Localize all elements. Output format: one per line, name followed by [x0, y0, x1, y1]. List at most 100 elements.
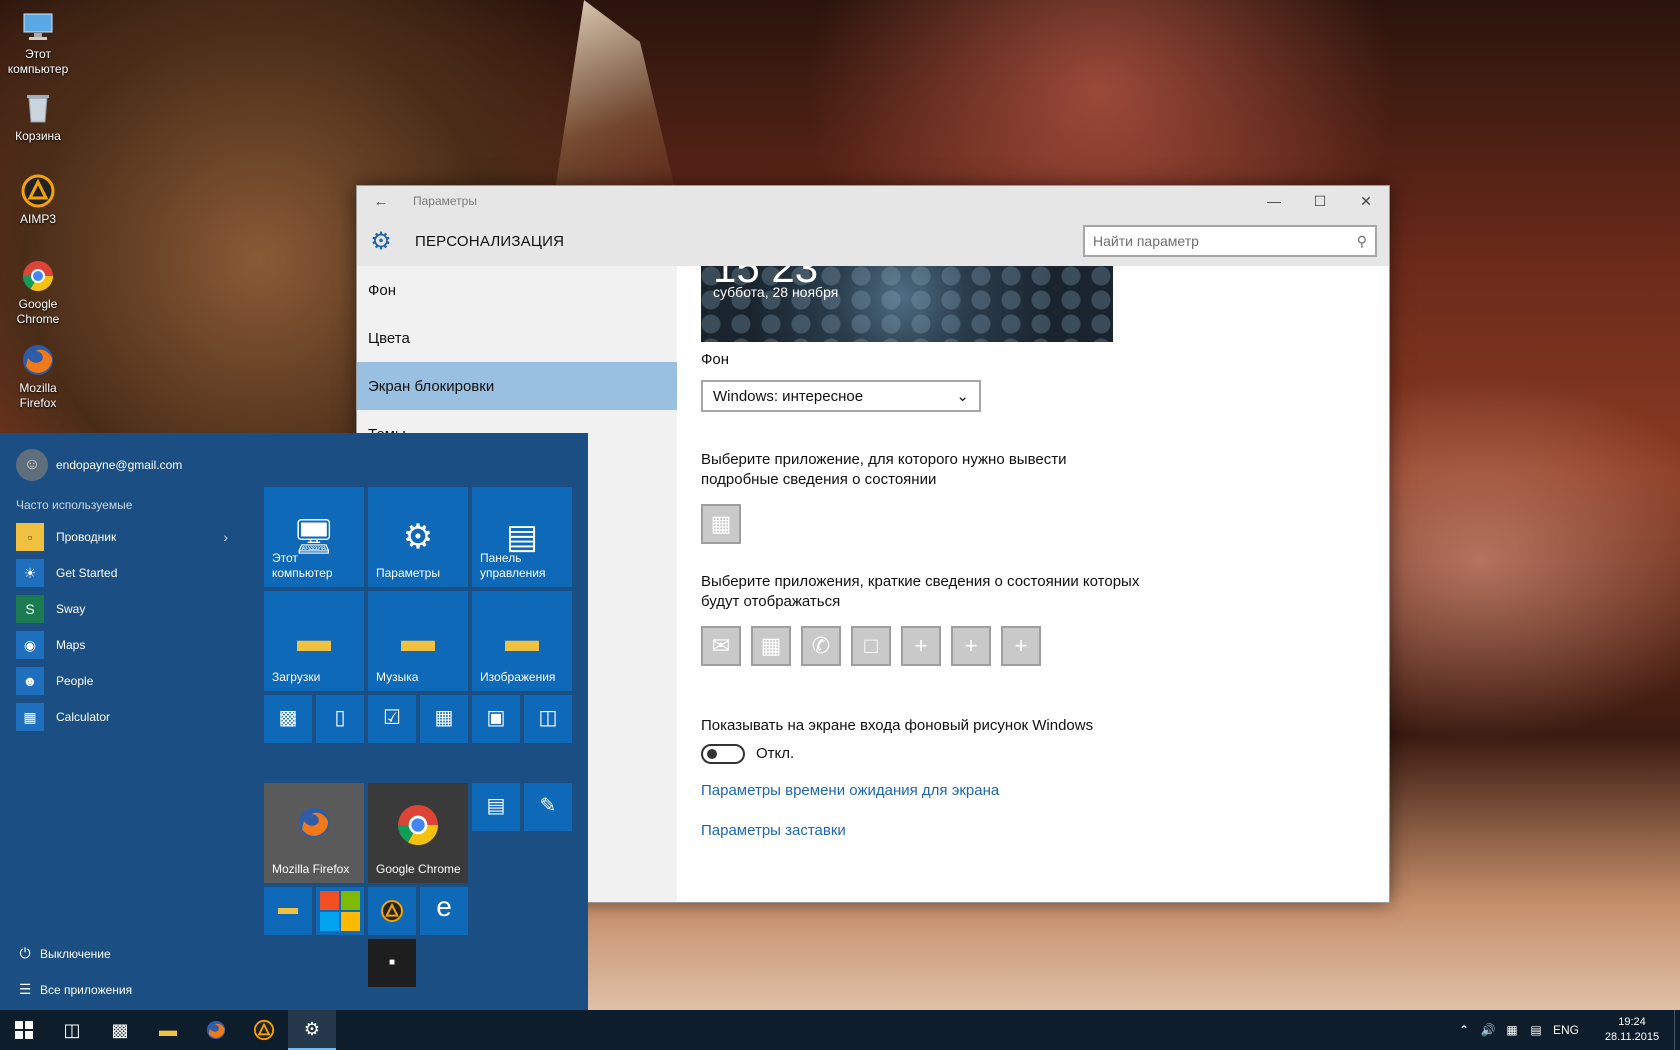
start-button[interactable] [0, 1010, 48, 1050]
background-dropdown[interactable]: Windows: интересное ⌄ [701, 380, 981, 412]
volume-icon[interactable]: 🔊 [1476, 1023, 1500, 1037]
tile-small-3[interactable]: ☑ [368, 695, 416, 743]
list-item-get-started[interactable]: ☀ Get Started [16, 557, 236, 589]
signin-background-label: Показывать на экране входа фоновый рисун… [701, 717, 1094, 734]
archive-icon: ▤ [486, 795, 506, 817]
list-item-label: Maps [56, 638, 86, 652]
gear-icon: ⚙ [370, 227, 392, 255]
network-icon[interactable]: ▦ [1500, 1023, 1524, 1037]
tile-small-6[interactable]: ◫ [524, 695, 572, 743]
tile-downloads[interactable]: ▬ Загрузки [264, 591, 364, 691]
plus-icon: + [914, 633, 928, 658]
power-button[interactable]: ⏻ Выключение [16, 945, 111, 962]
plus-icon: + [1014, 633, 1028, 658]
back-arrow-icon[interactable]: ← [357, 193, 405, 210]
tile-label: Изображения [480, 670, 556, 684]
tile-store[interactable] [316, 887, 364, 935]
tile-small-4[interactable]: ▦ [420, 695, 468, 743]
nav-item-lock-screen[interactable]: Экран блокировки [357, 362, 677, 410]
tile-chrome[interactable]: Google Chrome [368, 783, 468, 883]
all-apps-label: Все приложения [40, 982, 133, 997]
power-label: Выключение [40, 946, 111, 961]
tile-pictures[interactable]: ▬ Изображения [472, 591, 572, 691]
tile-winrar[interactable]: ▤ [472, 783, 520, 831]
quick-app-add-button-3[interactable]: + [1001, 626, 1041, 666]
nav-item-background[interactable]: Фон [357, 266, 677, 314]
quick-app-mail-button[interactable]: ✉ [701, 626, 741, 666]
language-indicator[interactable]: ENG [1548, 1023, 1584, 1037]
tile-firefox[interactable]: Mozilla Firefox [264, 783, 364, 883]
maps-icon: ◉ [16, 631, 44, 659]
chevron-down-icon: ⌄ [956, 388, 969, 405]
list-item-calculator[interactable]: ▦ Calculator [16, 701, 236, 733]
task-view-button[interactable]: ◫ [48, 1010, 96, 1050]
action-center-icon[interactable]: ▤ [1524, 1023, 1548, 1037]
signin-background-toggle[interactable] [701, 744, 745, 764]
tile-label: Этот компьютер [272, 551, 333, 580]
tile-music[interactable]: ▬ Музыка [368, 591, 468, 691]
nav-item-colors[interactable]: Цвета [357, 314, 677, 362]
folder-icon: ▬ [505, 621, 539, 659]
tile-small-2[interactable]: ▯ [316, 695, 364, 743]
quick-app-message-button[interactable]: □ [851, 626, 891, 666]
tile-this-pc[interactable]: 🖥 Этот компьютер [264, 487, 364, 587]
list-item-sway[interactable]: S Sway [16, 593, 236, 625]
list-item-label: Get Started [56, 566, 118, 580]
preview-date: суббота, 28 ноября [713, 284, 839, 300]
monitor-icon: ◫ [538, 707, 558, 729]
taskbar-cmd[interactable]: ▩ [96, 1010, 144, 1050]
tile-small-8[interactable]: ■ [368, 939, 416, 987]
background-dropdown-value: Windows: интересное [713, 387, 864, 405]
maximize-button[interactable]: ☐ [1297, 186, 1343, 216]
close-button[interactable]: ✕ [1343, 186, 1389, 216]
list-item-people[interactable]: ☻ People [16, 665, 236, 697]
tile-small-7[interactable]: ▬ [264, 887, 312, 935]
desktop-icon-this-pc[interactable]: Этот компьютер [0, 8, 76, 77]
desktop-icon-recycle-bin[interactable]: Корзина [0, 90, 76, 144]
tile-paint[interactable]: ✎ [524, 783, 572, 831]
quick-app-phone-button[interactable]: ✆ [801, 626, 841, 666]
list-item-label: Sway [56, 602, 86, 616]
user-email: endopayne@gmail.com [56, 458, 183, 472]
search-input[interactable]: Найти параметр ⚲ [1083, 225, 1377, 257]
taskbar-aimp[interactable] [240, 1010, 288, 1050]
firefox-icon [299, 808, 329, 838]
folder-icon: ▫ [16, 523, 44, 551]
taskbar-explorer[interactable]: ▬ [144, 1010, 192, 1050]
windows-logo-icon [320, 891, 360, 931]
taskbar-settings[interactable]: ⚙ [288, 1010, 336, 1050]
list-item-explorer[interactable]: ▫ Проводник › [16, 521, 236, 553]
detail-app-calendar-button[interactable]: ▦ [701, 504, 741, 544]
list-item-maps[interactable]: ◉ Maps [16, 629, 236, 661]
all-apps-button[interactable]: ☰ Все приложения [16, 981, 132, 998]
quick-app-add-button-2[interactable]: + [951, 626, 991, 666]
user-account[interactable]: ☺ endopayne@gmail.com [16, 449, 182, 481]
folder-icon: ▬ [159, 1019, 177, 1040]
tile-cmd[interactable]: ▩ [264, 695, 312, 743]
taskbar-firefox[interactable] [192, 1010, 240, 1050]
tile-aimp[interactable] [368, 887, 416, 935]
firefox-icon [206, 1020, 226, 1040]
search-icon[interactable]: ⚲ [1357, 233, 1367, 250]
desktop-icon-aimp[interactable]: AIMP3 [0, 173, 76, 227]
tile-edge[interactable]: e [420, 887, 468, 935]
chevron-up-icon[interactable]: ⌃ [1452, 1023, 1476, 1037]
minimize-button[interactable]: — [1251, 186, 1297, 216]
chevron-right-icon[interactable]: › [223, 529, 228, 545]
quick-app-calendar-button[interactable]: ▦ [751, 626, 791, 666]
list-item-label: People [56, 674, 94, 688]
aimp-icon [21, 174, 55, 208]
screen-timeout-link[interactable]: Параметры времени ожидания для экрана [701, 782, 999, 799]
clock[interactable]: 19:24 28.11.2015 [1596, 1015, 1668, 1045]
screensaver-link[interactable]: Параметры заставки [701, 822, 846, 839]
tile-control-panel[interactable]: ▤ Панель управления [472, 487, 572, 587]
show-desktop-button[interactable] [1674, 1010, 1680, 1050]
quick-app-add-button-1[interactable]: + [901, 626, 941, 666]
tile-settings[interactable]: ⚙ Параметры [368, 487, 468, 587]
tile-small-5[interactable]: ▣ [472, 695, 520, 743]
desktop-icon-firefox[interactable]: Mozilla Firefox [0, 342, 76, 411]
desktop-icon-chrome[interactable]: Google Chrome [0, 258, 76, 327]
tile-label: Mozilla Firefox [272, 862, 350, 876]
terminal-icon: ▩ [278, 707, 298, 729]
message-icon: □ [864, 633, 878, 658]
